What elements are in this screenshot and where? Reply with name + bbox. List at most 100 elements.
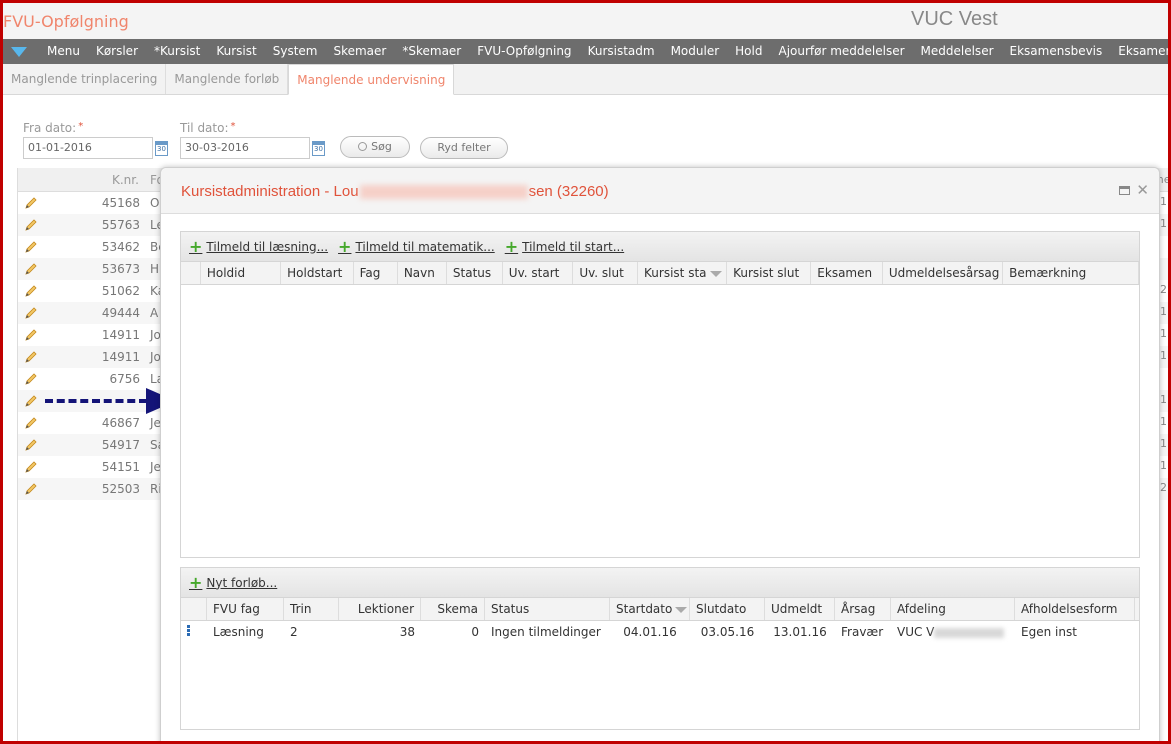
edit-pencil-icon[interactable] [24,196,38,210]
enrollment-column-header[interactable]: Holdid [201,262,282,284]
column-label: Afdeling [897,602,946,616]
edit-pencil-icon[interactable] [24,262,38,276]
edit-pencil-icon[interactable] [24,482,38,496]
kursistadm-dialog: Kursistadministration - Lou sen (32260) ✕… [160,167,1160,741]
enrollment-column-header[interactable]: Status [447,262,503,284]
edit-pencil-icon[interactable] [24,372,38,386]
row-knr: 49444 [101,306,140,320]
annotation-arrow-line [45,399,147,403]
menu-item[interactable]: Skemaer [325,39,394,64]
menu-item[interactable]: Kursist [208,39,264,64]
menu-item[interactable]: Kørsler [88,39,146,64]
column-label: Holdstart [287,266,343,280]
menu-item[interactable]: *Skemaer [394,39,469,64]
enroll-action-link[interactable]: + Tilmeld til start... [505,238,624,254]
sub-tab[interactable]: Manglende trinplacering [3,64,167,94]
course-cell-skema: 0 [471,625,479,639]
required-mark: * [230,121,236,132]
filter-area: Fra dato: * 01-01-2016 30 Til dato: * 30-0… [3,95,1168,167]
dialog-header: Kursistadministration - Lou sen (32260) ✕ [161,168,1159,214]
course-column-header[interactable]: Slutdato [690,598,765,620]
course-column-header[interactable]: Udmeldt [765,598,835,620]
edit-pencil-icon[interactable] [24,328,38,342]
row-menu-cell[interactable] [181,621,207,643]
to-date-input[interactable]: 30-03-2016 [180,137,310,159]
menu-dropdown-icon[interactable] [11,47,27,57]
enrollment-column-header[interactable]: Bemærkning [1003,262,1139,284]
row-knr: 52503 [101,482,140,496]
course-column-header[interactable]: Afdeling [891,598,1015,620]
column-label: Fag [359,266,381,280]
column-label: Eksamen [817,266,873,280]
edit-pencil-icon[interactable] [24,218,38,232]
enrollment-column-header[interactable]: Uv. start [503,262,574,284]
menu-item[interactable]: Kursistadm [580,39,663,64]
menu-item[interactable]: Eksamensbevis [1002,39,1111,64]
enrollment-column-header[interactable]: Navn [398,262,447,284]
edit-pencil-icon[interactable] [24,240,38,254]
course-column-header[interactable]: Status [485,598,610,620]
redacted-department [934,627,1005,638]
course-column-header[interactable]: Lektioner [339,598,421,620]
maximize-icon[interactable] [1119,185,1131,195]
enrollment-column-header[interactable]: Uv. slut [573,262,639,284]
menu-item[interactable]: *Kursist [146,39,208,64]
edit-pencil-icon[interactable] [24,350,38,364]
sub-tab[interactable]: Manglende forløb [166,64,289,94]
menu-item[interactable]: Meddelelser [913,39,1002,64]
edit-pencil-icon[interactable] [24,416,38,430]
header-knr[interactable]: K.nr. [112,173,139,187]
course-column-header[interactable]: Afholdelsesform [1015,598,1135,620]
course-column-header[interactable]: FVU fag [207,598,284,620]
search-button[interactable]: Søg [340,136,410,158]
edit-pencil-icon[interactable] [24,394,38,408]
menu-item[interactable]: Ajourfør meddelelser [770,39,912,64]
menu-item[interactable]: System [265,39,326,64]
edit-pencil-icon[interactable] [24,306,38,320]
menu-item[interactable]: Moduler [663,39,728,64]
to-calendar-icon[interactable]: 30 [312,141,325,156]
course-row[interactable]: Læsning 2 38 0 Ingen tilmeldinger 04.01.16 03.… [181,621,1139,643]
course-panel: + Nyt forløb... FVU fag Trin Lektioner Skema… [180,567,1140,730]
row-menu-icon[interactable] [187,624,190,637]
clear-fields-button[interactable]: Ryd felter [420,137,508,159]
from-date-input[interactable]: 01-01-2016 [23,137,153,159]
column-label: Udmeldt [771,602,823,616]
row-knr: 51062 [101,284,140,298]
course-column-header[interactable]: Skema [421,598,485,620]
sort-arrow-icon[interactable] [709,270,722,277]
enrollment-column-header[interactable]: Udmeldelsesårsag [883,262,1004,284]
sort-arrow-icon[interactable] [675,606,688,613]
enrollment-column-header[interactable]: Fag [354,262,398,284]
enrollment-column-header[interactable]: Holdstart [281,262,354,284]
enrollment-column-header[interactable]: Eksamen [811,262,883,284]
course-cell-slut: 03.05.16 [700,625,755,639]
menu-item[interactable]: Menu [39,39,88,64]
column-label: Uv. slut [579,266,624,280]
column-label: Startdato [616,602,673,616]
from-calendar-icon[interactable]: 30 [155,141,168,156]
column-label: Uv. start [508,266,560,280]
close-icon[interactable]: ✕ [1136,183,1149,198]
new-course-link[interactable]: + Nyt forløb... [189,574,277,590]
sub-tab[interactable]: Manglende undervisning [288,64,455,95]
menu-item[interactable]: FVU-Opfølgning [469,39,579,64]
enroll-action-link[interactable]: + Tilmeld til matematik... [338,238,495,254]
grid-header-spacer [181,598,207,620]
menu-item[interactable]: Eksamensplanlæ [1110,39,1168,64]
enroll-action-link[interactable]: + Tilmeld til læsning... [189,238,328,254]
course-grid-rows: Læsning 2 38 0 Ingen tilmeldinger 04.01.16 03.… [181,621,1139,643]
course-cell-udmeldt: 13.01.16 [773,625,827,639]
edit-pencil-icon[interactable] [24,460,38,474]
row-name-fragment: O [150,196,160,210]
menu-item[interactable]: Hold [727,39,770,64]
enrollment-column-header[interactable]: Kursist slut [727,262,812,284]
row-name-fragment: A [150,306,159,320]
course-column-header[interactable]: Trin [284,598,339,620]
enrollment-column-header[interactable]: Kursist sta [638,262,728,284]
edit-pencil-icon[interactable] [24,284,38,298]
dialog-window-controls: ✕ [1119,183,1149,198]
course-column-header[interactable]: Startdato [610,598,690,620]
edit-pencil-icon[interactable] [24,438,38,452]
course-column-header[interactable]: Årsag [835,598,891,620]
